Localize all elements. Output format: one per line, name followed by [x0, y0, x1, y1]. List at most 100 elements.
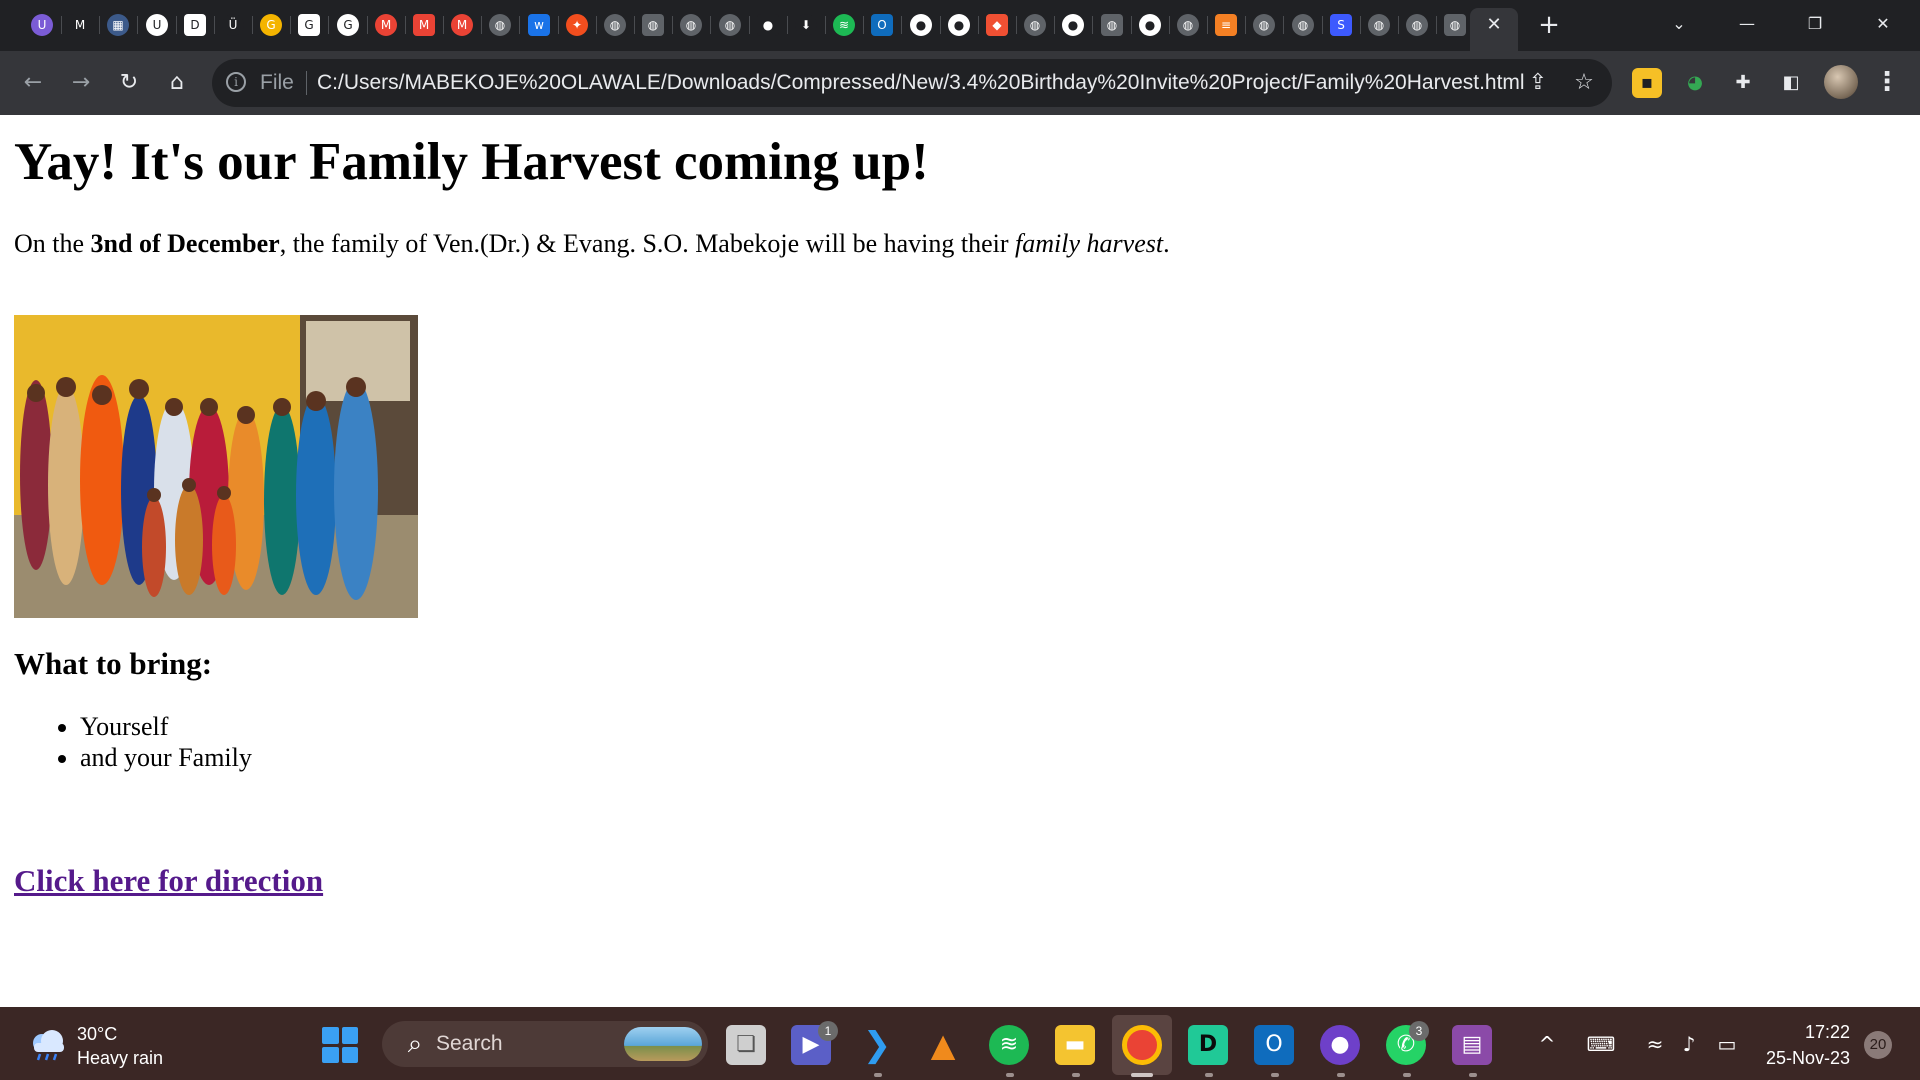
globe-icon[interactable]: ◍ [1368, 14, 1390, 36]
intro-text-start: On the [14, 229, 91, 258]
globe-icon[interactable]: ◍ [1253, 14, 1275, 36]
home-icon[interactable]: ⌂ [160, 66, 194, 100]
close-window-button[interactable]: ✕ [1860, 8, 1906, 40]
github-icon[interactable]: ● [948, 14, 970, 36]
share-icon[interactable]: ⇪ [1524, 69, 1552, 97]
site-info-icon[interactable]: i [226, 72, 246, 92]
new-tab-button[interactable]: + [1534, 11, 1564, 41]
url-text[interactable]: C:/Users/MABEKOJE%20OLAWALE/Downloads/Co… [317, 72, 1525, 94]
download-icon[interactable]: ⬇ [795, 14, 817, 36]
gmail-icon[interactable]: M [375, 14, 397, 36]
keyboard-icon[interactable]: ⌨ [1586, 1029, 1616, 1059]
google-icon[interactable]: G [260, 14, 282, 36]
globe-icon[interactable]: ◍ [1406, 14, 1428, 36]
vscode-icon[interactable]: ❯ [857, 1025, 897, 1065]
github-desktop-icon[interactable]: ● [1320, 1025, 1360, 1065]
intro-text-middle: , the family of Ven.(Dr.) & Evang. S.O. … [279, 229, 1016, 258]
dev-d-icon[interactable]: D [1188, 1025, 1228, 1065]
forward-arrow-icon[interactable]: → [64, 66, 98, 100]
gmail-icon[interactable]: M [413, 14, 435, 36]
github-icon[interactable]: ● [910, 14, 932, 36]
bookmark-star-icon[interactable]: ☆ [1570, 69, 1598, 97]
globe-icon[interactable]: ◍ [1292, 14, 1314, 36]
stackoverflow-icon[interactable]: ≡ [1215, 14, 1237, 36]
dev-d-icon[interactable]: D [184, 14, 206, 36]
globe-icon[interactable]: ◍ [1177, 14, 1199, 36]
globe-icon[interactable]: ◍ [719, 14, 741, 36]
google-icon[interactable]: G [298, 14, 320, 36]
git-icon[interactable]: ◆ [986, 14, 1008, 36]
show-hidden-icons-chevron-icon[interactable]: ^ [1532, 1029, 1562, 1059]
github-icon[interactable]: ● [757, 14, 779, 36]
github-icon[interactable]: ● [1062, 14, 1084, 36]
github-icon[interactable]: ● [1139, 14, 1161, 36]
udemy-dark-icon[interactable]: Ü [222, 14, 244, 36]
gmail-icon[interactable]: M [451, 14, 473, 36]
profile-avatar[interactable] [1824, 65, 1858, 99]
shield-u-icon[interactable]: U [31, 14, 53, 36]
extension-note-icon[interactable]: ▪ [1632, 68, 1662, 98]
tab-separator [672, 16, 673, 34]
wifi-icon[interactable]: ≈ [1640, 1029, 1670, 1059]
minimize-window-button[interactable]: — [1724, 8, 1770, 40]
extension-color-icon[interactable]: ◕ [1680, 68, 1710, 98]
globe-icon[interactable]: ◍ [642, 14, 664, 36]
tab-separator [1245, 16, 1246, 34]
google-icon[interactable]: G [337, 14, 359, 36]
weather-temperature[interactable]: 30°C [77, 1023, 117, 1045]
globe-icon[interactable]: ◍ [489, 14, 511, 36]
taskbar-search-box[interactable]: ⌕ Search [382, 1021, 708, 1067]
spotify-icon[interactable]: ≋ [833, 14, 855, 36]
windows-start-icon[interactable] [322, 1027, 358, 1063]
chrome-icon[interactable] [1122, 1025, 1162, 1065]
page-icon[interactable]: ▦ [107, 14, 129, 36]
vlc-icon[interactable]: ▲ [923, 1025, 963, 1065]
notification-count-badge[interactable]: 20 [1864, 1031, 1892, 1059]
clock-date[interactable]: 25-Nov-23 [1750, 1047, 1850, 1069]
s-app-icon[interactable]: S [1330, 14, 1352, 36]
globe-icon[interactable]: ◍ [1444, 14, 1466, 36]
tab-separator [1207, 16, 1208, 34]
weather-rain-cloud-icon[interactable] [28, 1029, 68, 1061]
file-explorer-icon[interactable]: ▬ [1055, 1025, 1095, 1065]
what-to-bring-heading: What to bring: [14, 646, 213, 681]
browser-menu-icon[interactable]: ⋮ [1872, 66, 1902, 98]
w-icon[interactable]: w [528, 14, 550, 36]
spotify-icon[interactable]: ≋ [989, 1025, 1029, 1065]
address-bar[interactable]: i File C:/Users/MABEKOJE%20OLAWALE/Downl… [212, 59, 1612, 107]
side-panel-icon[interactable]: ◧ [1776, 68, 1806, 98]
task-view-icon[interactable]: ❏ [726, 1025, 766, 1065]
globe-icon[interactable]: ◍ [604, 14, 626, 36]
globe-icon[interactable]: ◍ [1101, 14, 1123, 36]
tab-separator [634, 16, 635, 34]
teams-badge: 1 [818, 1021, 838, 1041]
winrar-icon[interactable]: ▤ [1452, 1025, 1492, 1065]
direction-link[interactable]: Click here for direction [14, 862, 323, 900]
outlook-icon[interactable]: O [871, 14, 893, 36]
extensions-puzzle-icon[interactable]: ✚ [1728, 68, 1758, 98]
medium-icon[interactable]: M [69, 14, 91, 36]
figma-icon[interactable]: ✦ [566, 14, 588, 36]
tab-separator [978, 16, 979, 34]
tab-separator [1092, 16, 1093, 34]
tab-separator [1016, 16, 1017, 34]
clock-time[interactable]: 17:22 [1790, 1021, 1850, 1043]
tab-search-chevron-icon[interactable]: ⌄ [1656, 8, 1702, 40]
restore-window-button[interactable]: ❐ [1792, 8, 1838, 40]
weather-condition[interactable]: Heavy rain [77, 1047, 163, 1069]
globe-icon[interactable]: ◍ [1024, 14, 1046, 36]
volume-icon[interactable]: ♪ [1674, 1029, 1704, 1059]
tab-separator [328, 16, 329, 34]
running-indicator [1403, 1073, 1411, 1077]
battery-icon[interactable]: ▭ [1712, 1029, 1742, 1059]
tab-separator [1322, 16, 1323, 34]
address-divider [306, 71, 307, 95]
outlook-new-icon[interactable]: O [1254, 1025, 1294, 1065]
globe-icon[interactable]: ◍ [680, 14, 702, 36]
udemy-icon[interactable]: U [146, 14, 168, 36]
reload-icon[interactable]: ↻ [112, 66, 146, 100]
close-tab-icon[interactable]: ✕ [1482, 13, 1506, 37]
back-arrow-icon[interactable]: ← [16, 66, 50, 100]
family-photo [14, 315, 418, 618]
tab-separator [1398, 16, 1399, 34]
